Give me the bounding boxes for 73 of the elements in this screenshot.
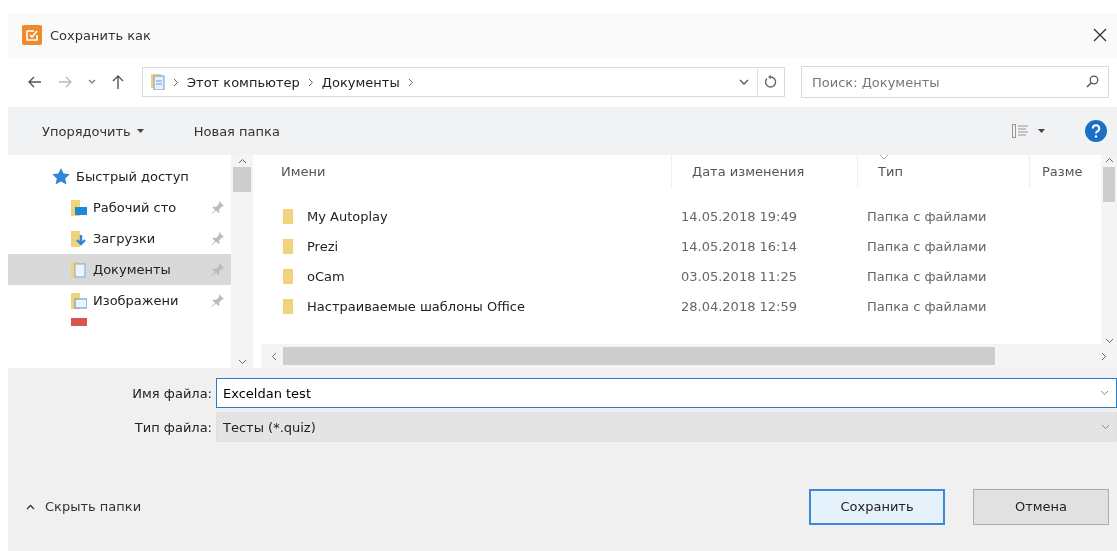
scrollbar-thumb[interactable] [283,347,995,365]
breadcrumb-chevron-icon [307,77,314,87]
scroll-up-icon[interactable] [237,158,247,164]
scroll-up-icon[interactable] [1104,157,1114,163]
chevron-down-icon[interactable] [1100,390,1109,396]
save-button[interactable]: Сохранить [809,488,945,525]
folder-icon [71,318,87,326]
organize-button[interactable]: Упорядочить [36,119,150,143]
caret-icon[interactable] [1038,129,1045,133]
window-title: Сохранить как [50,27,151,43]
sidebar-item[interactable]: Быстрый доступ [8,161,231,192]
chevron-down-icon [1101,424,1110,430]
search-icon[interactable] [1086,75,1099,88]
column-header[interactable]: Разме [1029,155,1099,187]
up-arrow-icon[interactable] [112,75,124,89]
caret-icon [136,129,144,133]
new-folder-button[interactable]: Новая папка [187,119,286,143]
folder-icon [283,208,293,224]
app-icon [22,25,42,45]
folder-icon [283,268,293,284]
star-icon [52,168,70,185]
folder-icon [283,238,293,254]
folder-icon [71,199,87,216]
documents-icon [151,74,165,90]
table-cell-text: 28.04.2018 12:59 [680,298,799,314]
folder-icon [283,298,293,314]
chevron-up-icon [26,503,35,510]
sidebar-item[interactable]: Документы [8,254,231,285]
breadcrumb-chevron-icon [407,77,414,87]
scrollbar-thumb[interactable] [1103,167,1115,202]
table-cell-text: Папка с файлами [866,208,988,224]
column-header[interactable]: Тип [857,155,1029,187]
scroll-left-icon[interactable] [271,351,277,361]
help-icon[interactable] [1085,120,1107,142]
folder-icon [71,230,87,247]
scrollbar-thumb[interactable] [233,167,251,192]
file-name[interactable]: Настраиваемые шаблоны Office [307,298,525,314]
folder-icon [71,261,87,278]
scroll-right-icon[interactable] [1101,351,1107,361]
scroll-down-icon[interactable] [237,359,247,365]
table-cell-text: 03.05.2018 11:25 [680,268,799,284]
column-header[interactable]: Имени [261,155,671,187]
table-cell-text: 14.05.2018 19:49 [680,208,799,224]
field-label: Имя файла: [131,385,212,401]
view-details-icon[interactable] [1012,124,1028,138]
cancel-button[interactable]: Отмена [973,488,1109,525]
sidebar-item[interactable]: Загрузки [8,223,231,254]
folder-icon [71,292,87,309]
sidebar-item[interactable]: Изображени [8,285,231,316]
search-field[interactable]: Поиск: Документы [801,66,1109,98]
scroll-down-icon[interactable] [1104,338,1114,344]
table-cell-text: Папка с файлами [866,298,988,314]
breadcrumb-chevron-icon [173,77,179,87]
sidebar-item[interactable]: Рабочий сто [8,192,231,223]
breadcrumb[interactable]: Документы [321,74,400,90]
field-label: Тип файла: [133,419,212,435]
back-arrow-icon[interactable] [28,76,42,88]
address-bar[interactable]: Этот компьютер Документы [142,67,785,97]
chevron-down-icon[interactable] [88,79,96,85]
file-name[interactable]: Prezi [307,238,339,254]
table-cell-text: Папка с файлами [866,268,988,284]
table-cell-text: Папка с файлами [866,238,988,254]
file-name-field[interactable]: Exceldan test [216,378,1117,408]
file-name[interactable]: My Autoplay [307,208,388,224]
close-icon[interactable] [1093,28,1107,42]
file-type-dropdown[interactable]: Тесты (*.quiz) [216,412,1117,442]
column-header[interactable]: Дата изменения [671,155,857,187]
breadcrumb[interactable]: Этот компьютер [187,74,300,90]
table-cell-text: 14.05.2018 16:14 [680,238,799,254]
file-name[interactable]: oCam [307,268,345,284]
sort-chevron-icon [879,155,889,160]
hide-folders-button[interactable]: Скрыть папки [20,498,148,515]
chevron-down-icon[interactable] [739,78,749,86]
